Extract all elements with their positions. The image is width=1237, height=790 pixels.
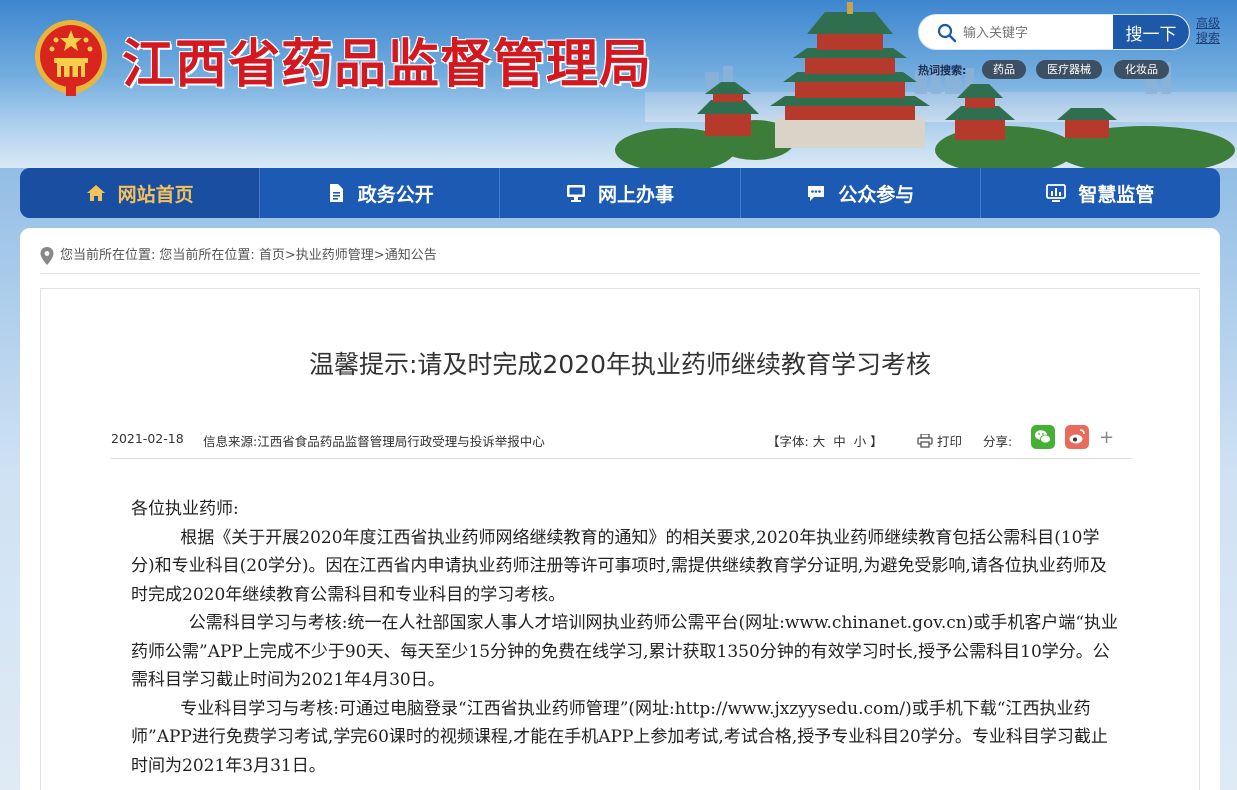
font-size-small[interactable]: 小 [854,434,867,449]
location-pin-icon [40,247,54,265]
print-label: 打印 [937,434,963,449]
share-more-button[interactable]: + [1099,427,1114,448]
search-input[interactable] [963,15,1113,49]
publish-date: 2021-02-18 [111,431,184,446]
font-size-large[interactable]: 大 [813,434,826,449]
salutation: 各位执业药师: [131,499,239,519]
nav-item-smart-supervision[interactable]: 智慧监管 [981,168,1220,218]
hot-words-label: 热词搜索: [918,64,967,77]
wechat-share-button[interactable] [1031,425,1055,449]
content-panel: 您当前所在位置: 您当前所在位置: 首页>执业药师管理>通知公告 温馨提示:请及… [20,228,1220,790]
nav-label: 网上办事 [598,183,675,206]
article-container: 温馨提示:请及时完成2020年执业药师继续教育学习考核 2021-02-18 信… [40,288,1200,790]
hot-tag-cosmetics[interactable]: 化妆品 [1114,60,1169,79]
chat-icon [808,186,825,201]
nav-label: 网站首页 [117,183,194,206]
font-size-label: 【字体: [767,434,809,449]
weibo-share-button[interactable] [1065,425,1089,449]
document-icon [329,184,343,202]
national-emblem-icon [35,20,107,96]
advanced-search-link[interactable]: 高级搜索 [1196,16,1222,46]
font-size-medium[interactable]: 中 [833,434,846,449]
search-icon [937,23,957,43]
nav-label: 智慧监管 [1078,183,1155,206]
font-size-end: 】 [870,434,883,449]
monitor-icon [567,185,585,202]
article-meta: 2021-02-18 信息来源:江西省食品药品监督管理局行政受理与投诉举报中心 … [111,425,1131,459]
print-button[interactable]: 打印 [917,431,962,450]
weibo-icon [1065,425,1089,449]
article-title: 温馨提示:请及时完成2020年执业药师继续教育学习考核 [308,350,932,379]
chart-screen-icon [1046,184,1067,202]
home-icon [86,185,105,201]
wechat-icon [1031,425,1055,449]
nav-label: 公众参与 [838,183,915,206]
main-nav: 网站首页 政务公开 网上办事 公众参与 智慧监管 [20,168,1220,218]
search-button[interactable]: 搜一下 [1113,15,1189,49]
share-label: 分享: [983,434,1013,449]
article-paragraph: 公需科目学习与考核:统一在人社部国家人事人才培训网执业药师公需平台(网址:www… [131,613,1119,690]
nav-label: 政务公开 [357,183,434,206]
site-title: 江西省药品监督管理局 [122,34,653,95]
site-header: 江西省药品监督管理局 输入关键字 搜一下 高级搜索 热词搜索: 药品 医疗器械 … [0,0,1237,168]
font-size-switcher: 【字体: 大中小】 [767,431,883,450]
breadcrumb: 您当前所在位置: 您当前所在位置: 首页>执业药师管理>通知公告 [40,244,1200,274]
breadcrumb-text: 您当前所在位置: [60,248,156,263]
search-box: 搜一下 [918,14,1190,50]
breadcrumb-path[interactable]: 您当前所在位置: 首页>执业药师管理>通知公告 [159,244,436,268]
printer-icon [917,433,933,448]
hot-tag-medical-devices[interactable]: 医疗器械 [1036,60,1102,79]
nav-item-home[interactable]: 网站首页 [20,168,261,218]
info-source: 信息来源:江西省食品药品监督管理局行政受理与投诉举报中心 [203,434,545,449]
nav-item-government-affairs[interactable]: 政务公开 [260,168,501,218]
nav-item-public-participation[interactable]: 公众参与 [741,168,981,218]
nav-item-online-services[interactable]: 网上办事 [500,168,741,218]
hot-tag-drugs[interactable]: 药品 [982,60,1026,79]
article-body: 各位执业药师: 根据《关于开展2020年度江西省执业药师网络继续教育的通知》的相… [131,495,1123,780]
article-paragraph: 根据《关于开展2020年度江西省执业药师网络继续教育的通知》的相关要求,2020… [131,527,1107,605]
article-paragraph: 专业科目学习与考核:可通过电脑登录“江西省执业药师管理”(网址:http://w… [131,698,1108,776]
